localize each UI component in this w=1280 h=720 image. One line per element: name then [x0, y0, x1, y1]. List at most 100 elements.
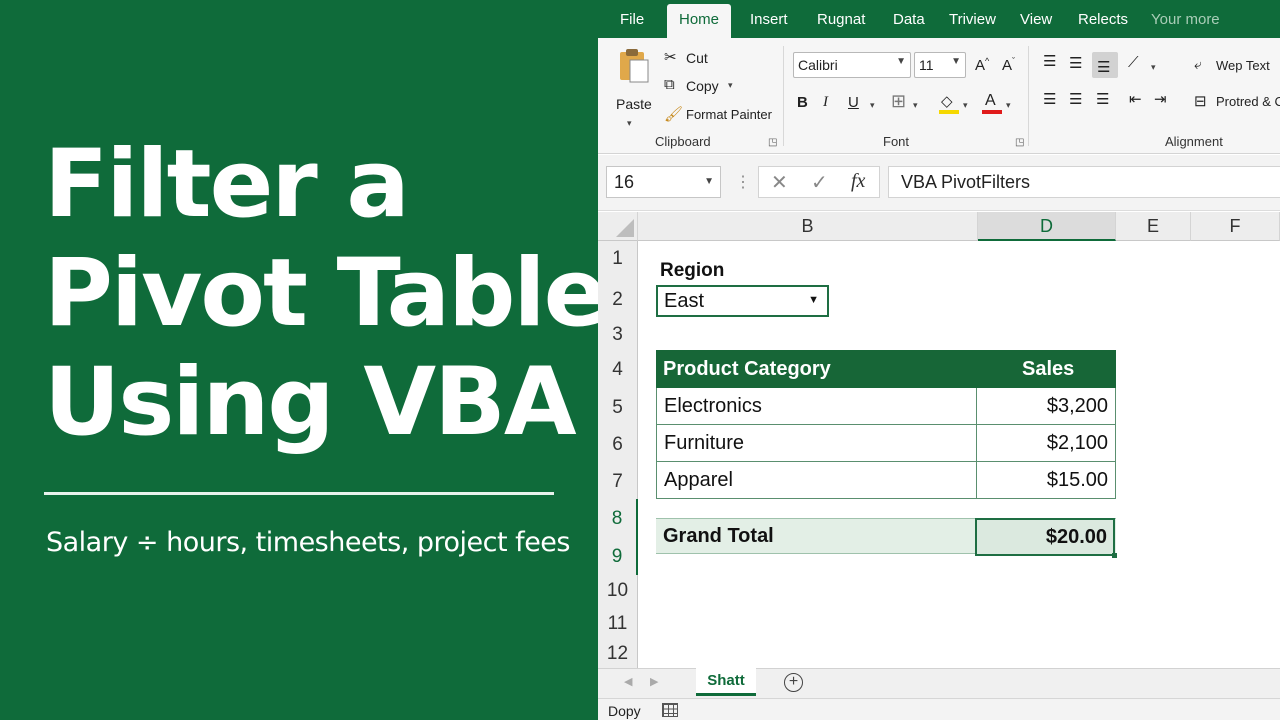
row-header[interactable]: 12: [598, 638, 638, 668]
add-sheet-icon[interactable]: +: [784, 673, 803, 692]
status-text: Dopy: [608, 703, 641, 719]
copy-button[interactable]: ⧉ Copy ▾: [664, 76, 774, 96]
clipboard-launcher-icon[interactable]: ◳: [768, 137, 777, 148]
tab-rugnat[interactable]: Rugnat: [817, 11, 865, 28]
name-box[interactable]: 16 ▼: [606, 166, 721, 198]
align-middle-icon[interactable]: ☰: [1069, 54, 1082, 72]
normal-view-icon[interactable]: [662, 703, 678, 717]
fill-color-button[interactable]: ◇ ▾: [939, 92, 969, 116]
paintbrush-icon: 🖌: [664, 106, 684, 123]
formula-bar: 16 ▼ ⋮ ✕ ✓ fx VBA PivotFilters: [598, 155, 1280, 211]
tab-triview[interactable]: Triview: [949, 11, 996, 28]
pivot-row[interactable]: Electronics $3,200: [656, 388, 1116, 425]
row-header[interactable]: 1: [598, 241, 638, 277]
pivot-row[interactable]: Furniture $2,100: [656, 425, 1116, 462]
tab-insert[interactable]: Insert: [750, 11, 788, 28]
pivot-header-sales[interactable]: Sales: [1022, 358, 1074, 381]
scroll-right-icon[interactable]: ▶: [650, 675, 658, 688]
region-filter-dropdown[interactable]: East ▼: [656, 285, 829, 317]
cut-label: Cut: [686, 50, 708, 66]
sheet-tab[interactable]: Shatt: [696, 668, 756, 696]
enter-check-icon[interactable]: ✓: [811, 170, 828, 195]
underline-button[interactable]: U: [848, 94, 859, 111]
pivot-row[interactable]: Apparel $15.00: [656, 462, 1116, 499]
more-options-icon[interactable]: ⋮: [735, 172, 751, 192]
protect-label: Protred & C: [1216, 94, 1280, 109]
select-all-corner[interactable]: [598, 212, 638, 241]
row-header[interactable]: 6: [598, 425, 638, 462]
cut-button[interactable]: ✂ Cut: [664, 48, 724, 68]
column-header-e[interactable]: E: [1116, 212, 1191, 241]
tab-home[interactable]: Home: [667, 4, 732, 38]
pivot-sales-cell: $15.00: [1046, 469, 1108, 491]
align-center-icon[interactable]: ☰: [1069, 90, 1082, 108]
cancel-icon[interactable]: ✕: [771, 170, 788, 195]
decrease-font-icon[interactable]: Aˇ: [1002, 56, 1015, 74]
grand-total-label: Grand Total: [663, 525, 774, 547]
scissors-icon: ✂: [664, 49, 677, 66]
tab-data[interactable]: Data: [893, 11, 925, 28]
font-launcher-icon[interactable]: ◳: [1015, 137, 1024, 148]
row-header[interactable]: 7: [598, 462, 638, 499]
column-header-d[interactable]: D: [978, 212, 1116, 241]
row-header[interactable]: 11: [598, 608, 638, 638]
row-header[interactable]: 2: [598, 277, 638, 318]
font-size-value: 11: [919, 57, 934, 73]
column-header-b[interactable]: B: [638, 212, 978, 241]
paste-button[interactable]: Paste ▾: [614, 46, 652, 129]
font-color-button[interactable]: A ▾: [982, 92, 1012, 116]
align-left-icon[interactable]: ☰: [1043, 90, 1056, 108]
row-header[interactable]: 8: [598, 499, 638, 537]
headline-divider: [44, 492, 554, 495]
orientation-icon[interactable]: ⟋: [1128, 54, 1139, 71]
format-painter-button[interactable]: 🖌 Format Painter: [664, 105, 779, 125]
pivot-header-row: Product Category Sales: [656, 350, 1116, 388]
insert-function-icon[interactable]: fx: [851, 170, 865, 193]
decrease-indent-icon[interactable]: ⇤: [1129, 90, 1142, 108]
wrap-text-button[interactable]: ⤶ Wep Text: [1194, 56, 1280, 76]
borders-icon[interactable]: ⊞: [891, 91, 906, 112]
align-bottom-icon[interactable]: ☰: [1092, 52, 1118, 78]
scroll-left-icon[interactable]: ◀: [624, 675, 632, 688]
increase-font-icon[interactable]: A^: [975, 56, 989, 74]
copy-dropdown-icon[interactable]: ▾: [728, 80, 733, 91]
increase-indent-icon[interactable]: ⇥: [1154, 90, 1167, 108]
headline-line-3: Using VBA: [44, 348, 577, 457]
wrap-text-icon: ⤶: [1194, 56, 1202, 72]
clipboard-group-label: Clipboard: [655, 134, 711, 149]
orientation-dropdown-icon[interactable]: ▾: [1151, 62, 1156, 73]
column-header-f[interactable]: F: [1191, 212, 1280, 241]
status-bar: Dopy: [598, 698, 1280, 720]
font-size-select[interactable]: 11 ▼: [914, 52, 966, 78]
row-header[interactable]: 4: [598, 350, 638, 388]
protect-button[interactable]: ⊟ Protred & C: [1194, 92, 1280, 112]
tab-view[interactable]: View: [1020, 11, 1052, 28]
font-name-select[interactable]: Calibri ▼: [793, 52, 911, 78]
font-name-value: Calibri: [798, 57, 838, 73]
bold-button[interactable]: B: [797, 94, 808, 111]
row-header[interactable]: 9: [598, 537, 638, 575]
tab-file[interactable]: File: [620, 11, 644, 28]
wrap-text-label: Wep Text: [1216, 58, 1270, 73]
chevron-down-icon: ▼: [896, 56, 906, 67]
grand-total-row[interactable]: Grand Total $20.00: [656, 518, 1117, 558]
pivot-header-category[interactable]: Product Category: [663, 358, 831, 381]
borders-dropdown-icon[interactable]: ▾: [913, 100, 918, 111]
row-header[interactable]: 10: [598, 575, 638, 608]
underline-dropdown-icon[interactable]: ▾: [870, 100, 875, 111]
tab-your-more[interactable]: Your more: [1151, 11, 1220, 28]
row-header[interactable]: 3: [598, 318, 638, 350]
ribbon-separator: [1028, 46, 1029, 146]
tab-relects[interactable]: Relects: [1078, 11, 1128, 28]
pivot-sales-cell: $2,100: [1046, 432, 1108, 454]
align-right-icon[interactable]: ☰: [1096, 90, 1109, 108]
row-header[interactable]: 5: [598, 388, 638, 425]
cell-divider: [976, 425, 977, 461]
formula-input[interactable]: VBA PivotFilters: [888, 166, 1280, 198]
align-top-icon[interactable]: ☰: [1043, 52, 1056, 70]
italic-button[interactable]: I: [823, 94, 828, 111]
paste-dropdown-icon[interactable]: ▾: [627, 118, 632, 129]
grand-total-cell[interactable]: $20.00: [975, 518, 1117, 558]
promo-panel: Filter a Pivot Table Using VBA Salary ÷ …: [0, 0, 607, 720]
copy-label: Copy: [686, 78, 719, 94]
